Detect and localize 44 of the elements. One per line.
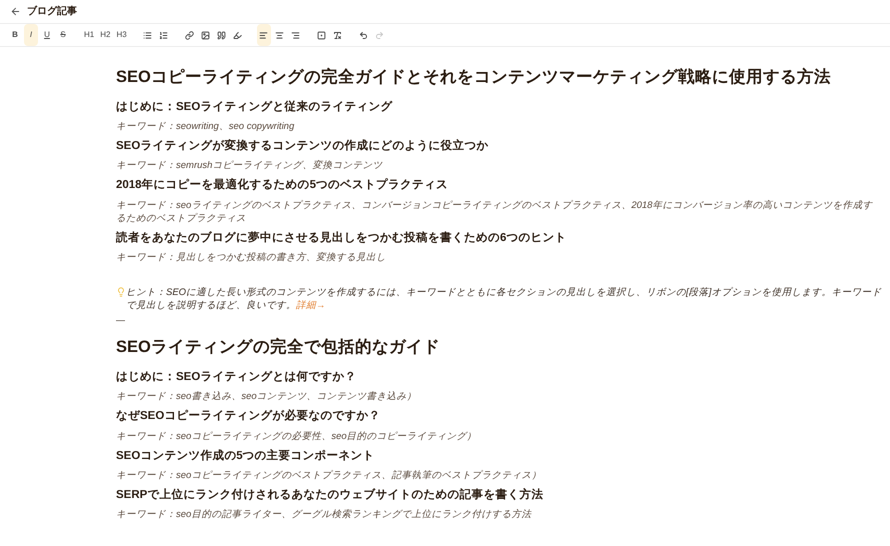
lightbulb-icon [116, 286, 126, 297]
heading: SEOライティングの完全で包括的なガイド [116, 336, 441, 358]
subheading: はじめに：SEOライティングとは何ですか？ [116, 370, 358, 385]
heading: SEOコピーライティングの完全ガイドとそれをコンテンツマーケティング戦略に使用する方法 [116, 66, 832, 88]
subheading: はじめに：SEOライティングと従来のライティング [116, 99, 394, 115]
keywords-text: キーワード：seoコピーライティングのベストプラクティス、記事執筆のベストプラクティス） [116, 468, 542, 482]
format-button[interactable]: H1 [82, 24, 96, 46]
bullet-list-icon [143, 30, 152, 40]
link-icon [185, 30, 194, 40]
undo-icon [359, 30, 368, 40]
subheading: 読者をあなたのブログに夢中にさせる見出しをつかむ投稿を書くための6つのヒント [116, 230, 568, 246]
format-button[interactable]: S [56, 24, 70, 46]
subheading: 2018年にコピーを最適化するための5つのベストプラクティス [116, 177, 449, 194]
format-button[interactable]: B [8, 24, 22, 46]
subheading: SEOコンテンツ作成の5つの主要コンポーネント [116, 448, 376, 464]
quote-icon [217, 30, 226, 40]
clear-format-icon [333, 30, 342, 40]
align-right-icon [291, 30, 300, 40]
format-button[interactable]: H3 [114, 24, 129, 46]
subheading: なぜSEOコピーライティングが必要なのですか？ [116, 408, 382, 424]
dash-text: — [116, 314, 125, 327]
format-button[interactable]: H2 [98, 24, 112, 46]
image-icon [201, 30, 210, 40]
page-title: ブログ記事 [27, 4, 77, 19]
format-button[interactable]: I [24, 24, 38, 46]
redo-icon [375, 30, 384, 40]
align-center-icon [275, 30, 284, 40]
keywords-text: キーワード：seoコピーライティングの必要性、seo目的のコピーライティング） [116, 430, 478, 442]
format-button[interactable]: U [40, 24, 54, 46]
subheading: SEOライティングが変換するコンテンツの作成にどのように役立つか [116, 138, 490, 154]
pen-icon [233, 30, 242, 40]
subheading: SERPで上位にランク付けされるあなたのウェブサイトのための記事を書く方法 [116, 487, 544, 503]
keywords-text: キーワード：seoライティングのベストプラクティス、コンバージョンコピーライティングのベストプラクティス、2018年にコンバージョン率の高いコンテンツを作成するためのベストプラクティス [116, 198, 874, 224]
tip-text: ヒント：SEOに適した長い形式のコンテンツを作成するには、キーワードとともに各セクションの見出しを選択し、リボンの[段落]オプションを使用します。キーワードで見出しを説明するほど、良いです。詳細→ [126, 286, 882, 312]
square-icon [317, 30, 326, 40]
keywords-text: キーワード：seowriting、seo copywriting [116, 120, 296, 133]
keywords-text: キーワード：seo目的の記事ライター、グーグル検索ランキングで上位にランク付けする方法 [116, 508, 532, 521]
keywords-text: キーワード：見出しをつかむ投稿の書き方、変換する見出し [116, 250, 387, 264]
back-icon[interactable] [10, 6, 21, 17]
align-left-icon [259, 30, 268, 40]
keywords-text: キーワード：semrushコピーライティング、変換コンテンツ [116, 159, 384, 172]
numbered-list-icon [159, 30, 168, 40]
keywords-text: キーワード：seo書き込み、seoコンテンツ、コンテンツ書き込み） [116, 390, 418, 404]
align-left-button[interactable] [256, 24, 271, 46]
